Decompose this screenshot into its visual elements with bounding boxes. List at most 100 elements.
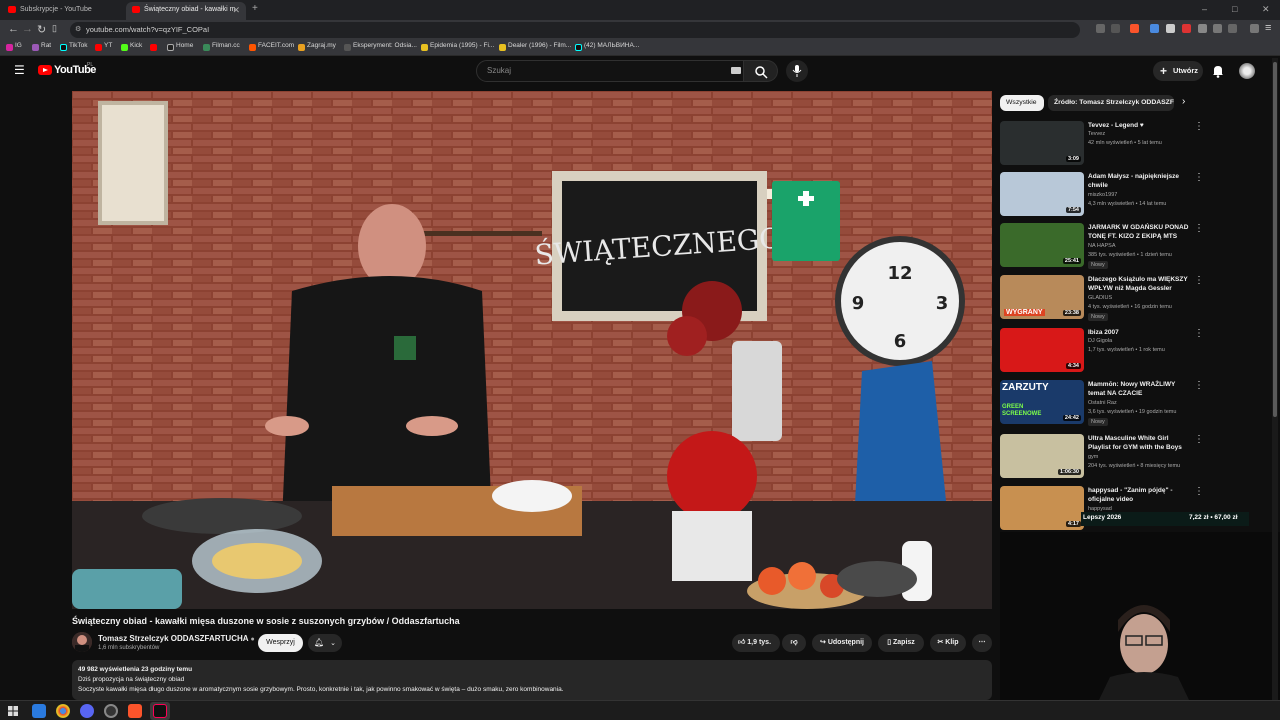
recommendation-title[interactable]: Adam Małysz - najpiękniejsze chwile: [1088, 172, 1190, 190]
video-thumbnail[interactable]: 24:42 ZARZUTY GREEN SCREENOWE: [1000, 380, 1084, 424]
windows-start-icon[interactable]: [8, 706, 18, 716]
account-avatar[interactable]: [1239, 63, 1255, 79]
bookmark-item[interactable]: TikTok: [60, 42, 88, 51]
share-page-icon[interactable]: [1111, 24, 1120, 33]
back-icon[interactable]: ←: [8, 23, 19, 35]
support-button[interactable]: Wesprzyj: [258, 634, 303, 652]
close-tab-icon[interactable]: ✕: [232, 2, 240, 18]
bookmark-item[interactable]: FACEIT.com: [249, 42, 294, 51]
chip-all[interactable]: Wszystkie: [1000, 95, 1044, 111]
subscription-bell-button[interactable]: 🔔︎ ⌄: [308, 634, 342, 652]
more-vertical-icon[interactable]: ⋮: [1194, 121, 1204, 132]
window-close-icon[interactable]: ✕: [1262, 4, 1270, 15]
more-vertical-icon[interactable]: ⋮: [1194, 380, 1204, 391]
recommendation-channel[interactable]: gym: [1088, 454, 1190, 460]
minimize-icon[interactable]: –: [1202, 4, 1207, 14]
recommendation-channel[interactable]: miszko1997: [1088, 192, 1190, 198]
bookmark-item[interactable]: Rat: [32, 42, 51, 51]
video-thumbnail[interactable]: 7:54: [1000, 172, 1084, 216]
more-actions-button[interactable]: ⋯: [972, 634, 992, 652]
more-vertical-icon[interactable]: ⋮: [1194, 223, 1204, 234]
bookmark-item[interactable]: Zagraj.my: [298, 42, 336, 51]
description-box[interactable]: 49 982 wyświetlenia 23 godziny temu Dziś…: [72, 660, 992, 700]
channel-name[interactable]: Tomasz Strzelczyk ODDASZFARTUCHA ●: [98, 634, 255, 643]
video-thumbnail[interactable]: 1:06:30: [1000, 434, 1084, 478]
tab-subskrypcje[interactable]: Subskrypcje - YouTube: [2, 2, 122, 20]
search-input[interactable]: Szukaj: [476, 60, 744, 82]
site-info-icon[interactable]: ⚙: [75, 22, 81, 38]
notifications-bell-icon[interactable]: [1212, 65, 1224, 78]
browser-menu-icon[interactable]: ≡: [1265, 22, 1271, 34]
bookmark-item[interactable]: Filman.cc: [203, 42, 240, 51]
bookmark-item[interactable]: IG: [6, 42, 22, 51]
brave-icon[interactable]: [128, 704, 142, 718]
extension-icon[interactable]: [1166, 24, 1175, 33]
recommendation-title[interactable]: Ultra Masculine White Girl Playlist for …: [1088, 434, 1190, 452]
recommendation-title[interactable]: Mammōn: Nowy WRAŻLIWY temat NA CZACIE: [1088, 380, 1190, 398]
video-thumbnail[interactable]: 4:34: [1000, 328, 1084, 372]
bookmark-item[interactable]: Eksperyment: Odsia...: [344, 42, 417, 51]
recommendation-channel[interactable]: GLADIUS: [1088, 295, 1190, 301]
recommendation-item[interactable]: 23:38 WYGRANY Dlaczego Książulo ma WIĘKSZY…: [1000, 275, 1204, 323]
extension-icon[interactable]: [1182, 24, 1191, 33]
youtube-logo-icon[interactable]: [38, 65, 52, 75]
dislike-button[interactable]: 👎︎: [782, 634, 806, 652]
like-button[interactable]: 👍︎ 1,9 tys.: [732, 634, 780, 652]
recommendation-title[interactable]: happysad - "Zanim pójdę" - oficjalne vid…: [1088, 486, 1190, 504]
bookmark-item[interactable]: Home: [167, 42, 193, 51]
extension-icon[interactable]: [1150, 24, 1159, 33]
bookmark-item[interactable]: Dealer (1996) - Film...: [499, 42, 571, 51]
maximize-icon[interactable]: □: [1232, 4, 1237, 14]
more-vertical-icon[interactable]: ⋮: [1194, 275, 1204, 286]
more-vertical-icon[interactable]: ⋮: [1194, 434, 1204, 445]
more-vertical-icon[interactable]: ⋮: [1194, 172, 1204, 183]
recommendation-item[interactable]: 3:09 Tevvez - Legend ♥ Tevvez 42 mln wyświe…: [1000, 121, 1204, 169]
chip-source-channel[interactable]: Źródło: Tomasz Strzelczyk ODDASZFA: [1048, 95, 1174, 111]
share-button[interactable]: ↪ Udostępnij: [812, 634, 872, 652]
recommendation-title[interactable]: JARMARK W GDAŃSKU PONAD TONĘ FT. KIZO Z …: [1088, 223, 1190, 241]
recommendation-title[interactable]: Ibiza 2007: [1088, 328, 1190, 337]
bookmark-item[interactable]: (42) МАЛЬВИНА...: [575, 42, 639, 51]
install-icon[interactable]: [1096, 24, 1105, 33]
media-icon[interactable]: [1250, 24, 1259, 33]
extensions-menu-icon[interactable]: [1228, 24, 1237, 33]
url-field[interactable]: ⚙ youtube.com/watch?v=qzYIF_COPaI: [70, 22, 1080, 38]
recommendation-channel[interactable]: DJ Gigola: [1088, 338, 1190, 344]
bookmark-item[interactable]: Epidemia (1995) - Fi...: [421, 42, 494, 51]
keyboard-icon[interactable]: [731, 67, 741, 74]
video-thumbnail[interactable]: 4:17: [1000, 486, 1084, 530]
tab-current-video[interactable]: Świąteczny obiad - kawałki m ✕: [126, 2, 246, 20]
new-tab-icon[interactable]: +: [252, 3, 258, 14]
video-player[interactable]: ŚWIĄTECZNEGO 12 3 6 9: [72, 91, 992, 609]
recommendation-item[interactable]: 25:41 JARMARK W GDAŃSKU PONAD TONĘ FT. KI…: [1000, 223, 1204, 271]
more-vertical-icon[interactable]: ⋮: [1194, 328, 1204, 339]
clip-button[interactable]: ✂ Klip: [930, 634, 966, 652]
search-button[interactable]: [744, 60, 778, 82]
brave-shield-icon[interactable]: [1130, 24, 1139, 33]
video-thumbnail[interactable]: 25:41: [1000, 223, 1084, 267]
more-vertical-icon[interactable]: ⋮: [1194, 486, 1204, 497]
extension-icon[interactable]: [1198, 24, 1207, 33]
taskbar-app-icon[interactable]: [32, 704, 46, 718]
recommendation-title[interactable]: Tevvez - Legend ♥: [1088, 121, 1190, 130]
channel-avatar[interactable]: [72, 632, 92, 652]
create-button[interactable]: + Utwórz: [1153, 61, 1203, 81]
chip-next-icon[interactable]: ›: [1182, 96, 1185, 107]
page-scrollbar-thumb[interactable]: [1273, 62, 1277, 417]
bookmark-item[interactable]: Kick: [121, 42, 142, 51]
taskbar-app-icon[interactable]: [104, 704, 118, 718]
forward-icon[interactable]: →: [22, 23, 33, 35]
recommendation-item[interactable]: 4:34 Ibiza 2007 DJ Gigola 1,7 tys. wyświetl…: [1000, 328, 1204, 376]
video-thumbnail[interactable]: 23:38 WYGRANY: [1000, 275, 1084, 319]
voice-search-button[interactable]: [786, 60, 808, 82]
recommendation-item[interactable]: 1:06:30 Ultra Masculine White Girl Playli…: [1000, 434, 1204, 482]
video-thumbnail[interactable]: 3:09: [1000, 121, 1084, 165]
recommendation-title[interactable]: Dlaczego Książulo ma WIĘKSZY WPŁYW niż M…: [1088, 275, 1190, 293]
downloads-icon[interactable]: [1213, 24, 1222, 33]
reload-icon[interactable]: ↻: [37, 23, 46, 36]
recommendation-channel[interactable]: NA HAPSA: [1088, 243, 1190, 249]
recommendation-item[interactable]: 7:54 Adam Małysz - najpiękniejsze chwile m…: [1000, 172, 1204, 220]
recommendation-channel[interactable]: Ostatni Raz: [1088, 400, 1190, 406]
recommendation-channel[interactable]: Tevvez: [1088, 131, 1190, 137]
bookmark-item[interactable]: YT: [95, 42, 112, 51]
